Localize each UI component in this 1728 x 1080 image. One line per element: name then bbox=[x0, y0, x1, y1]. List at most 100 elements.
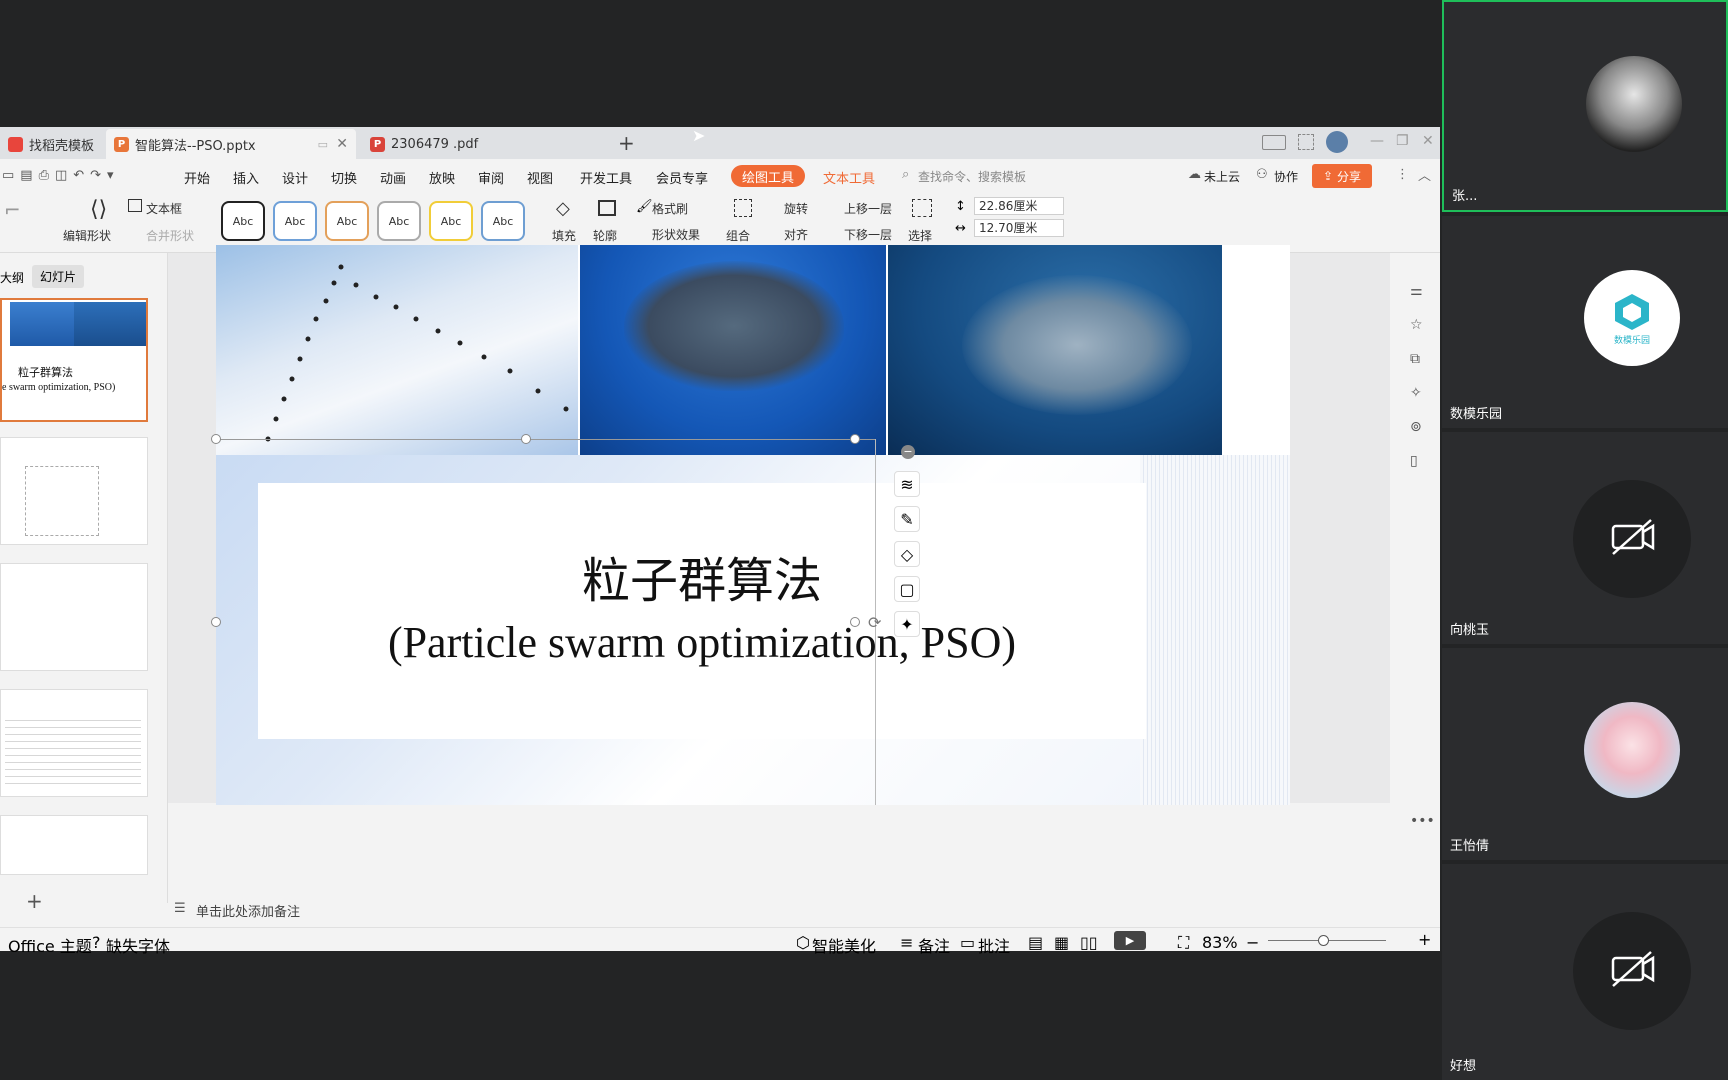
fill-bucket-icon[interactable]: ◇ bbox=[894, 541, 920, 567]
rotate-handle-icon[interactable]: ⟳ bbox=[868, 613, 881, 632]
style-preset-2[interactable]: Abc bbox=[273, 201, 317, 241]
collapse-ribbon-icon[interactable]: ︿ bbox=[1418, 165, 1431, 184]
menu-developer[interactable]: 开发工具 bbox=[580, 168, 632, 187]
quick-access-icons[interactable]: ▭▤⎙◫↶↷▾ bbox=[2, 168, 120, 183]
slide-title[interactable]: 粒子群算法 bbox=[258, 541, 1146, 611]
more-dots-icon[interactable]: ••• bbox=[1410, 813, 1435, 829]
style-preset-4[interactable]: Abc bbox=[377, 201, 421, 241]
textbox-button[interactable]: 文本框 bbox=[146, 200, 182, 217]
add-slide-button[interactable]: + bbox=[26, 889, 43, 913]
zoom-slider-thumb[interactable] bbox=[1318, 935, 1329, 946]
location-icon[interactable]: ⊚ bbox=[1410, 419, 1422, 435]
menu-home[interactable]: 开始 bbox=[184, 168, 210, 187]
participant-tile-3[interactable]: 向桃玉 bbox=[1442, 432, 1728, 644]
missing-font-button[interactable]: 缺失字体 bbox=[106, 933, 170, 957]
pen-icon[interactable]: ✎ bbox=[894, 506, 920, 532]
tab-pptx[interactable]: P 智能算法--PSO.pptx ▭ ✕ bbox=[106, 129, 356, 159]
menu-review[interactable]: 审阅 bbox=[478, 168, 504, 187]
menu-member[interactable]: 会员专享 bbox=[656, 168, 708, 187]
zoom-in-icon[interactable]: + bbox=[1418, 930, 1431, 949]
beautify-button[interactable]: 智能美化 bbox=[812, 933, 876, 957]
merge-shape-button[interactable]: 合并形状 bbox=[146, 227, 194, 244]
menu-transition[interactable]: 切换 bbox=[331, 168, 357, 187]
comments-button[interactable]: 批注 bbox=[978, 933, 1010, 957]
rotate-button[interactable]: 旋转 bbox=[784, 200, 808, 217]
fit-icon[interactable]: ⛶ bbox=[1178, 933, 1189, 953]
resize-handle[interactable] bbox=[521, 434, 531, 444]
zoom-value[interactable]: 83% bbox=[1202, 933, 1238, 952]
menu-slideshow[interactable]: 放映 bbox=[429, 168, 455, 187]
layers-icon[interactable]: ≋ bbox=[894, 471, 920, 497]
play-button[interactable]: ▶ bbox=[1114, 931, 1146, 950]
tab-text-tools[interactable]: 文本工具 bbox=[823, 168, 875, 187]
menu-design[interactable]: 设计 bbox=[282, 168, 308, 187]
cloud-status[interactable]: 未上云 bbox=[1204, 168, 1240, 185]
align-button[interactable]: 对齐 bbox=[784, 226, 808, 243]
edit-shape-icon[interactable]: ⟨⟩ bbox=[90, 197, 107, 222]
tab-outline[interactable]: 大纲 bbox=[0, 269, 24, 286]
search-icon[interactable]: ⌕ bbox=[902, 167, 909, 182]
participant-tile-5[interactable]: 好想 bbox=[1442, 864, 1728, 1080]
style-preset-5[interactable]: Abc bbox=[429, 201, 473, 241]
participant-tile-1[interactable]: 张... bbox=[1442, 0, 1728, 212]
collab-button[interactable]: 协作 bbox=[1274, 168, 1298, 185]
send-backward-button[interactable]: 下移一层 bbox=[844, 226, 892, 243]
bring-forward-button[interactable]: 上移一层 bbox=[844, 200, 892, 217]
bulb-icon[interactable]: ✦ bbox=[894, 611, 920, 637]
resize-handle[interactable] bbox=[850, 617, 860, 627]
zoom-out-icon[interactable]: − bbox=[1246, 933, 1259, 952]
notes-button[interactable]: 备注 bbox=[918, 933, 950, 957]
menu-insert[interactable]: 插入 bbox=[233, 168, 259, 187]
restore-icon[interactable]: ❐ bbox=[1396, 133, 1409, 149]
style-preset-1[interactable]: Abc bbox=[221, 201, 265, 241]
menu-view[interactable]: 视图 bbox=[527, 168, 553, 187]
star-icon[interactable]: ☆ bbox=[1410, 317, 1423, 333]
user-avatar[interactable] bbox=[1326, 131, 1348, 153]
outline-button[interactable]: 轮廓 bbox=[593, 227, 617, 244]
notes-placeholder[interactable]: 单击此处添加备注 bbox=[196, 901, 300, 920]
normal-view-icon[interactable]: ▤ bbox=[1028, 933, 1043, 952]
edit-shape-button[interactable]: 编辑形状 bbox=[63, 227, 111, 244]
settings-slider-icon[interactable]: ⚌ bbox=[1410, 283, 1423, 299]
close-window-icon[interactable]: ✕ bbox=[1422, 133, 1434, 149]
style-preset-6[interactable]: Abc bbox=[481, 201, 525, 241]
shape-effect-button[interactable]: 形状效果 bbox=[652, 226, 700, 243]
layout-icon[interactable] bbox=[1262, 135, 1286, 150]
minimize-icon[interactable]: — bbox=[1370, 133, 1384, 149]
reading-view-icon[interactable]: ▯▯ bbox=[1080, 933, 1098, 952]
resize-handle[interactable] bbox=[850, 434, 860, 444]
slide-thumb-4[interactable] bbox=[0, 689, 148, 797]
collapse-icon[interactable]: − bbox=[901, 445, 915, 459]
apps-grid-icon[interactable] bbox=[1298, 134, 1314, 150]
book-icon[interactable]: ▯ bbox=[1410, 453, 1418, 469]
new-tab-button[interactable]: + bbox=[618, 131, 635, 155]
close-icon[interactable]: ✕ bbox=[336, 136, 348, 152]
slide-thumb-1[interactable]: 粒子群算法 e swarm optimization, PSO) bbox=[0, 298, 148, 422]
group-button[interactable]: 组合 bbox=[726, 227, 750, 244]
transition-icon[interactable]: ⧉ bbox=[1410, 351, 1420, 367]
participant-tile-2[interactable]: 数模乐园 数模乐园 bbox=[1442, 216, 1728, 428]
share-button[interactable]: ⇪ 分享 bbox=[1312, 164, 1372, 188]
slide-subtitle[interactable]: (Particle swarm optimization, PSO) bbox=[258, 617, 1146, 668]
resize-handle[interactable] bbox=[211, 434, 221, 444]
slide-thumb-5[interactable] bbox=[0, 815, 148, 875]
window-icon[interactable]: ▭ bbox=[318, 138, 328, 151]
height-field[interactable]: 22.86厘米 bbox=[974, 197, 1064, 215]
outline-square-icon[interactable]: ▢ bbox=[894, 576, 920, 602]
slide-image-fish-heart[interactable] bbox=[580, 245, 886, 455]
sorter-view-icon[interactable]: ▦ bbox=[1054, 933, 1069, 952]
menu-animation[interactable]: 动画 bbox=[380, 168, 406, 187]
notes-bar[interactable]: ☰ 单击此处添加备注 bbox=[168, 897, 1390, 921]
fill-button[interactable]: 填充 bbox=[552, 227, 576, 244]
select-button[interactable]: 选择 bbox=[908, 227, 932, 244]
slide-image-fish-diver[interactable] bbox=[888, 245, 1222, 455]
resize-handle[interactable] bbox=[211, 617, 221, 627]
animation-icon[interactable]: ✧ bbox=[1410, 385, 1422, 401]
width-field[interactable]: 12.70厘米 bbox=[974, 219, 1064, 237]
style-preset-3[interactable]: Abc bbox=[325, 201, 369, 241]
more-icon[interactable]: ⋮ bbox=[1396, 167, 1409, 182]
slide-image-birds[interactable] bbox=[216, 245, 578, 455]
title-card[interactable]: 粒子群算法 (Particle swarm optimization, PSO) bbox=[258, 483, 1146, 739]
slide-thumb-2[interactable] bbox=[0, 437, 148, 545]
tab-drawing-tools[interactable]: 绘图工具 bbox=[731, 165, 805, 187]
